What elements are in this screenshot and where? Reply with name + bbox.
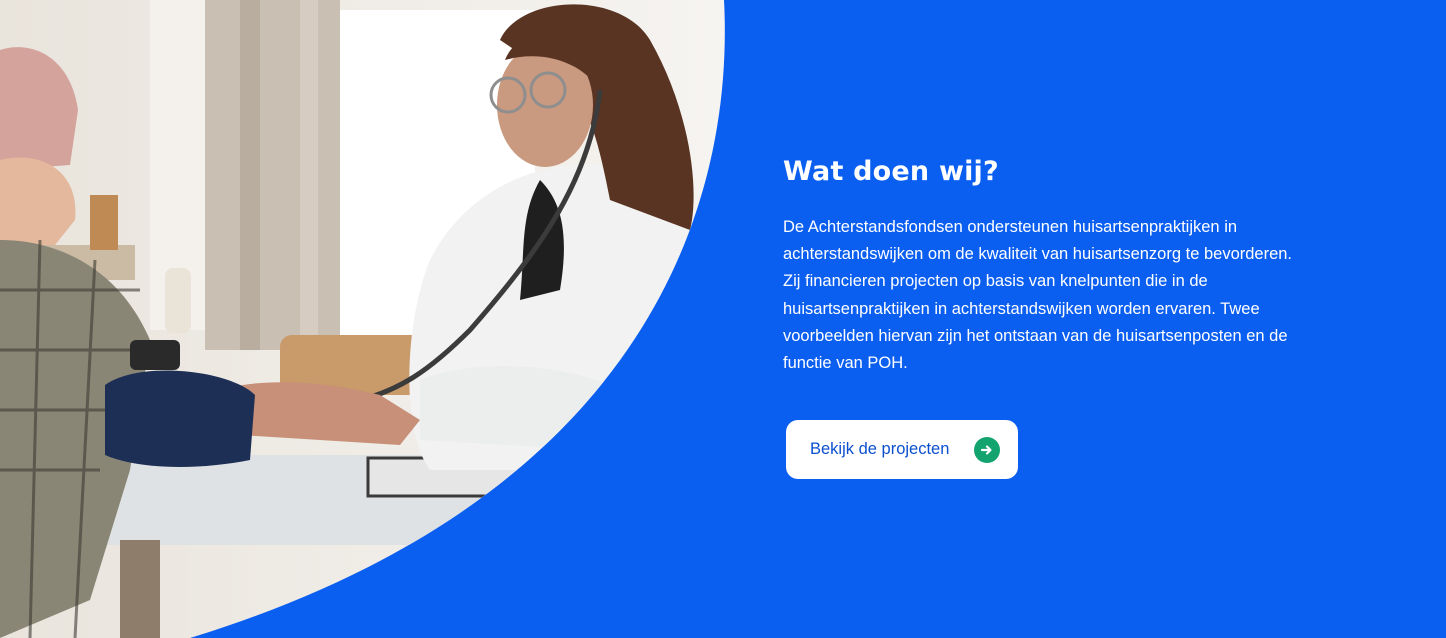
wat-doen-wij-section: Wat doen wij? De Achterstandsfondsen ond…: [0, 0, 1446, 638]
view-projects-label: Bekijk de projecten: [810, 440, 950, 458]
section-title: Wat doen wij?: [783, 156, 999, 187]
content-block: Wat doen wij? De Achterstandsfondsen ond…: [783, 155, 1323, 479]
section-description: De Achterstandsfondsen ondersteunen huis…: [783, 218, 1293, 373]
view-projects-button[interactable]: Bekijk de projecten: [786, 420, 1018, 479]
arrow-right-circle-icon: [974, 436, 1000, 463]
